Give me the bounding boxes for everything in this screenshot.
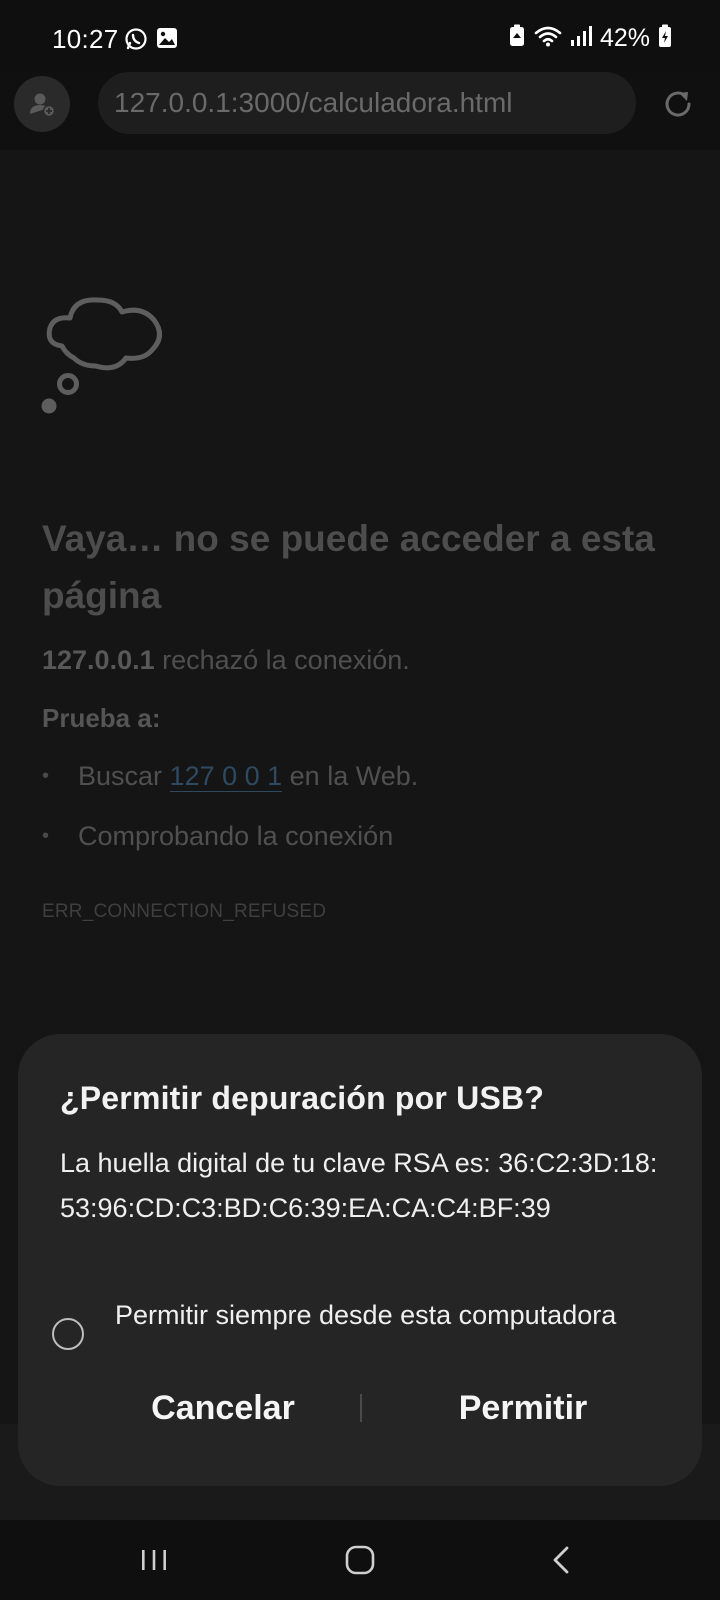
- error-host: 127.0.0.1: [42, 645, 155, 675]
- try-label: Prueba a:: [42, 703, 161, 733]
- always-allow-label[interactable]: Permitir siempre desde esta computadora: [115, 1296, 635, 1334]
- url-bar[interactable]: 127.0.0.1:3000/calculadora.html: [98, 72, 636, 134]
- screen: 10:27 42% 127.0.0.1:3000/calculadora.htm…: [0, 0, 720, 1600]
- dialog-buttons: Cancelar Permitir: [18, 1372, 702, 1444]
- battery-saver-icon: [508, 24, 526, 53]
- url-text: 127.0.0.1:3000/calculadora.html: [114, 87, 513, 118]
- error-code: ERR_CONNECTION_REFUSED: [42, 901, 327, 922]
- home-button[interactable]: [338, 1538, 382, 1582]
- signal-icon: [570, 25, 592, 52]
- error-message: 127.0.0.1 rechazó la conexión.: [42, 645, 410, 676]
- button-divider: [360, 1394, 362, 1422]
- thought-cloud-icon: [40, 288, 170, 423]
- browser-toolbar: 127.0.0.1:3000/calculadora.html: [0, 72, 720, 150]
- always-allow-checkbox[interactable]: [52, 1318, 84, 1350]
- suggestion-check-text: Comprobando la conexión: [78, 821, 394, 851]
- back-button[interactable]: [540, 1538, 584, 1582]
- cancel-button[interactable]: Cancelar: [78, 1372, 368, 1444]
- suggestion-search-prefix: Buscar: [78, 761, 170, 791]
- suggestion-list: Buscar 127 0 0 1 en la Web. Comprobando …: [42, 756, 418, 876]
- whatsapp-icon: [124, 27, 148, 56]
- status-bar: 10:27 42%: [0, 0, 720, 72]
- status-notification-icons: [124, 27, 178, 56]
- status-time: 10:27: [52, 24, 119, 54]
- suggestion-search: Buscar 127 0 0 1 en la Web.: [42, 756, 418, 816]
- dialog-body: La huella digital de tu clave RSA es: 36…: [60, 1148, 658, 1223]
- dialog-title: ¿Permitir depuración por USB?: [60, 1080, 545, 1116]
- profile-add-icon: [30, 93, 56, 118]
- back-icon: [553, 1546, 569, 1574]
- status-system-icons: 42%: [508, 24, 672, 53]
- allow-button[interactable]: Permitir: [378, 1372, 668, 1444]
- reload-icon: [665, 91, 691, 117]
- gallery-icon: [156, 27, 178, 56]
- error-message-text: rechazó la conexión.: [154, 645, 410, 675]
- usb-debugging-dialog: ¿Permitir depuración por USB? La huella …: [18, 1034, 702, 1486]
- battery-icon: [658, 24, 672, 53]
- navigation-bar: [0, 1520, 720, 1600]
- recents-button[interactable]: [132, 1538, 176, 1582]
- search-link[interactable]: 127 0 0 1: [169, 761, 283, 792]
- error-title: Vaya… no se puede acceder a esta página: [42, 518, 655, 616]
- profile-button[interactable]: [14, 76, 70, 132]
- battery-percent: 42%: [599, 24, 650, 52]
- reload-button[interactable]: [660, 86, 696, 122]
- recents-icon: [142, 1550, 166, 1570]
- suggestion-search-suffix: en la Web.: [282, 761, 419, 791]
- suggestion-check-connection: Comprobando la conexión: [42, 816, 418, 876]
- wifi-icon: [534, 25, 562, 52]
- home-icon: [345, 1545, 375, 1575]
